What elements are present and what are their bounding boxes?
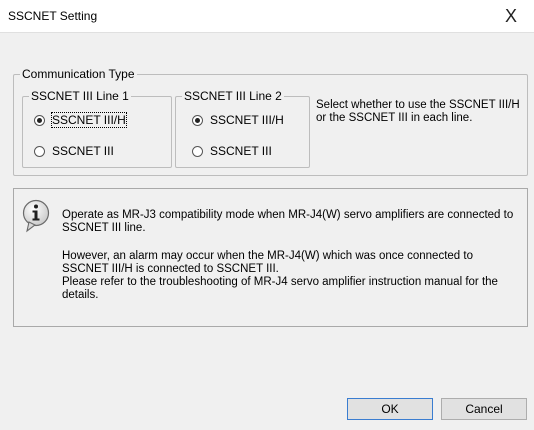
line2-option-2-label: SSCNET III: [210, 144, 272, 158]
radio-checked-icon: [34, 114, 45, 126]
line2-radio-sscnet-iii[interactable]: SSCNET III: [192, 144, 272, 158]
line1-radio-sscnet-iii[interactable]: SSCNET III: [34, 144, 114, 158]
line2-option-1-label: SSCNET III/H: [210, 113, 284, 127]
close-button[interactable]: X: [488, 0, 534, 32]
info-text-2: However, an alarm may occur when the MR-…: [62, 250, 473, 275]
window-title: SSCNET Setting: [8, 9, 98, 23]
line2-radio-sscnet-iii-h[interactable]: SSCNET III/H: [192, 113, 284, 127]
info-text-3: Please refer to the troubleshooting of M…: [62, 276, 498, 301]
line1-option-2-label: SSCNET III: [52, 144, 114, 158]
line2-label: SSCNET III Line 2: [182, 89, 284, 103]
info-panel: Operate as MR-J3 compatibility mode when…: [13, 188, 528, 327]
radio-unchecked-icon: [192, 145, 203, 157]
communication-type-description: Select whether to use the SSCNET III/H o…: [316, 99, 520, 124]
radio-checked-icon: [192, 114, 203, 126]
info-icon: [22, 199, 50, 233]
title-bar: SSCNET Setting X: [0, 0, 534, 33]
cancel-button[interactable]: Cancel: [441, 398, 527, 420]
line1-radio-sscnet-iii-h[interactable]: SSCNET III/H: [34, 112, 127, 128]
ok-button[interactable]: OK: [347, 398, 433, 420]
line1-option-1-label: SSCNET III/H: [51, 112, 127, 128]
communication-type-label: Communication Type: [20, 67, 137, 81]
radio-unchecked-icon: [34, 145, 45, 157]
close-icon: X: [504, 6, 517, 26]
line1-label: SSCNET III Line 1: [29, 89, 131, 103]
info-text-1: Operate as MR-J3 compatibility mode when…: [62, 209, 514, 234]
